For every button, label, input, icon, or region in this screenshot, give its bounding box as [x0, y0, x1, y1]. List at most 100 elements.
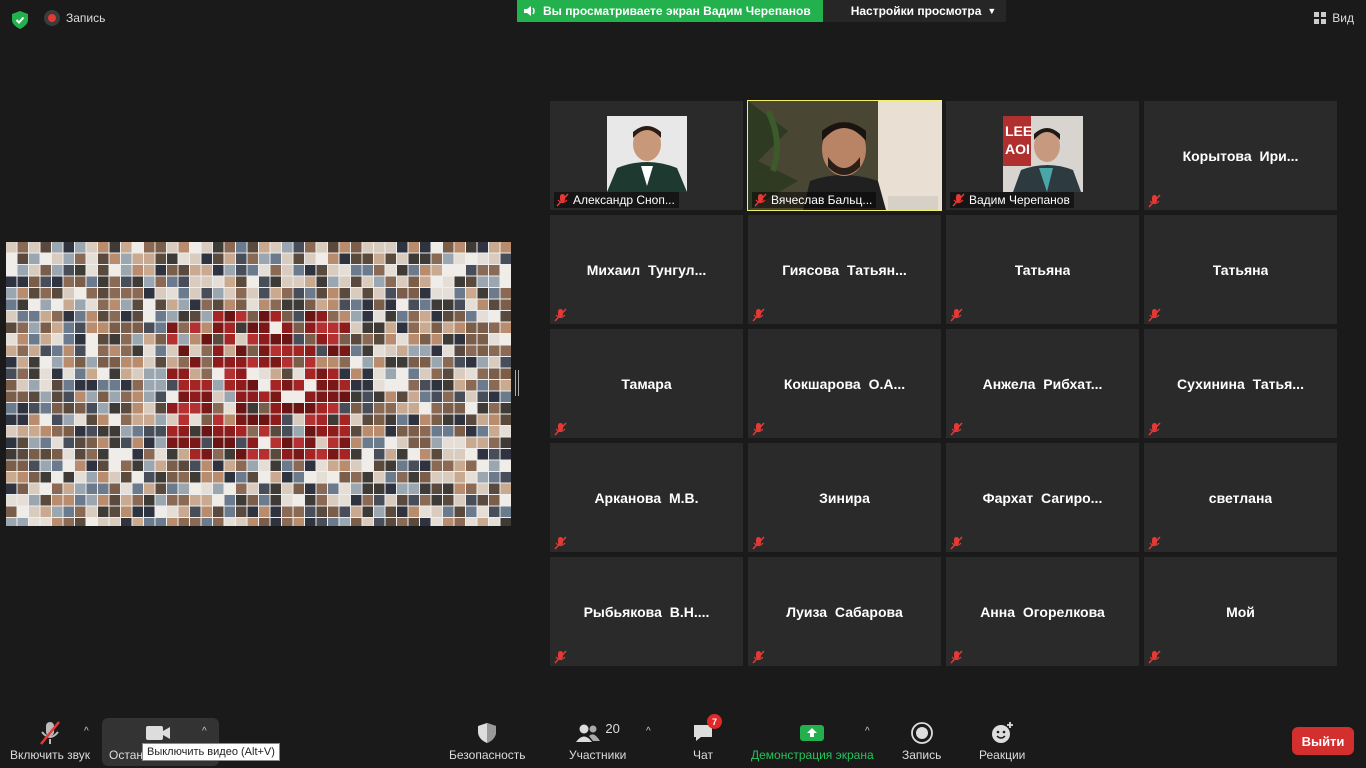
mosaic-cell — [374, 357, 385, 368]
mosaic-cell — [443, 414, 454, 425]
participant-tile[interactable]: Татьяна — [1144, 215, 1337, 324]
mosaic-cell — [362, 460, 373, 471]
chat-button[interactable]: 7 Чат — [692, 714, 722, 762]
mosaic-cell — [305, 449, 316, 460]
mosaic-cell — [454, 449, 465, 460]
mosaic-cell — [489, 380, 500, 391]
shared-screen[interactable] — [6, 242, 511, 526]
mosaic-cell — [75, 368, 86, 379]
participant-tile[interactable]: Анжела Рибхат... — [946, 329, 1139, 438]
mosaic-cell — [63, 242, 74, 253]
mosaic-cell — [328, 426, 339, 437]
mosaic-cell — [259, 345, 270, 356]
participant-tile[interactable]: Тамара — [550, 329, 743, 438]
participant-tile[interactable]: Александр Сноп... — [550, 101, 743, 210]
share-options-caret-icon[interactable]: ^ — [865, 726, 870, 737]
mosaic-cell — [132, 357, 143, 368]
reactions-button[interactable]: Реакции — [979, 718, 1025, 762]
leave-meeting-button[interactable]: Выйти — [1292, 727, 1354, 755]
mosaic-cell — [236, 483, 247, 494]
mosaic-cell — [431, 414, 442, 425]
mosaic-cell — [98, 483, 109, 494]
participant-tile[interactable]: LEE AOI Вадим Черепанов — [946, 101, 1139, 210]
participant-tile[interactable]: Зинира — [748, 443, 941, 552]
video-options-caret-icon[interactable]: ^ — [202, 726, 207, 737]
participant-tile[interactable]: Луиза Сабарова — [748, 557, 941, 666]
share-screen-button[interactable]: Демонстрация экрана — [751, 718, 874, 762]
view-options-button[interactable]: Настройки просмотра ▼ — [822, 0, 1007, 22]
mosaic-cell — [17, 265, 28, 276]
mosaic-cell — [121, 242, 132, 253]
mosaic-cell — [362, 368, 373, 379]
participants-button[interactable]: 20 Участники — [569, 718, 626, 763]
participant-tile[interactable]: Сухинина Татья... — [1144, 329, 1337, 438]
mosaic-cell — [270, 345, 281, 356]
mosaic-cell — [6, 334, 17, 345]
mosaic-cell — [374, 299, 385, 310]
mosaic-cell — [132, 380, 143, 391]
mosaic-cell — [316, 334, 327, 345]
view-button[interactable]: Вид — [1314, 11, 1354, 25]
mosaic-cell — [397, 414, 408, 425]
participant-tile[interactable]: Татьяна — [946, 215, 1139, 324]
mosaic-cell — [132, 414, 143, 425]
record-button[interactable]: Запись — [902, 718, 941, 762]
participants-options-caret-icon[interactable]: ^ — [646, 726, 651, 737]
participant-tile[interactable]: Михаил Тунгул... — [550, 215, 743, 324]
participant-tile[interactable]: Анна Огорелкова — [946, 557, 1139, 666]
participant-tile[interactable]: Арканова М.В. — [550, 443, 743, 552]
mosaic-cell — [374, 437, 385, 448]
mosaic-cell — [178, 276, 189, 287]
mosaic-cell — [63, 380, 74, 391]
splitter-handle[interactable] — [515, 370, 519, 396]
mosaic-cell — [385, 495, 396, 506]
mosaic-cell — [155, 265, 166, 276]
mosaic-cell — [270, 334, 281, 345]
mosaic-cell — [29, 311, 40, 322]
mosaic-cell — [40, 253, 51, 264]
mosaic-cell — [201, 472, 212, 483]
mosaic-cell — [293, 495, 304, 506]
participant-tile-active-speaker[interactable]: Вячеслав Бальц... — [747, 100, 942, 211]
participant-tile[interactable]: Корытова Ири... — [1144, 101, 1337, 210]
mosaic-cell — [477, 380, 488, 391]
mosaic-cell — [190, 368, 201, 379]
unmute-button[interactable]: Включить звук — [10, 718, 90, 762]
mosaic-cell — [213, 288, 224, 299]
mic-status — [1148, 536, 1161, 550]
mosaic-cell — [489, 518, 500, 526]
mosaic-cell — [201, 495, 212, 506]
mosaic-cell — [408, 334, 419, 345]
participant-tile[interactable]: Гиясова Татьян... — [748, 215, 941, 324]
participant-tile[interactable]: светлана — [1144, 443, 1337, 552]
video-camera-icon — [146, 726, 170, 740]
mosaic-cell — [6, 403, 17, 414]
mosaic-cell — [155, 506, 166, 517]
encryption-shield-icon[interactable] — [12, 11, 28, 29]
security-button[interactable]: Безопасность — [449, 718, 526, 762]
audio-options-caret-icon[interactable]: ^ — [84, 726, 89, 737]
participant-tile[interactable]: Кокшарова О.А... — [748, 329, 941, 438]
mosaic-cell — [328, 288, 339, 299]
participant-tile[interactable]: Рыбьякова В.Н.... — [550, 557, 743, 666]
mosaic-cell — [282, 495, 293, 506]
mosaic-cell — [236, 506, 247, 517]
mosaic-cell — [339, 391, 350, 402]
mosaic-cell — [293, 506, 304, 517]
mosaic-cell — [270, 414, 281, 425]
mosaic-cell — [316, 357, 327, 368]
mosaic-cell — [86, 391, 97, 402]
recording-indicator[interactable]: Запись — [44, 10, 105, 26]
mosaic-cell — [86, 518, 97, 526]
mosaic-cell — [190, 414, 201, 425]
mosaic-cell — [293, 472, 304, 483]
mosaic-cell — [86, 437, 97, 448]
mosaic-cell — [316, 449, 327, 460]
mosaic-cell — [293, 380, 304, 391]
mosaic-cell — [17, 472, 28, 483]
mosaic-cell — [362, 414, 373, 425]
participant-tile[interactable]: Фархат Сагиро... — [946, 443, 1139, 552]
mosaic-cell — [328, 506, 339, 517]
muted-mic-icon — [1148, 194, 1161, 208]
participant-tile[interactable]: Мой — [1144, 557, 1337, 666]
